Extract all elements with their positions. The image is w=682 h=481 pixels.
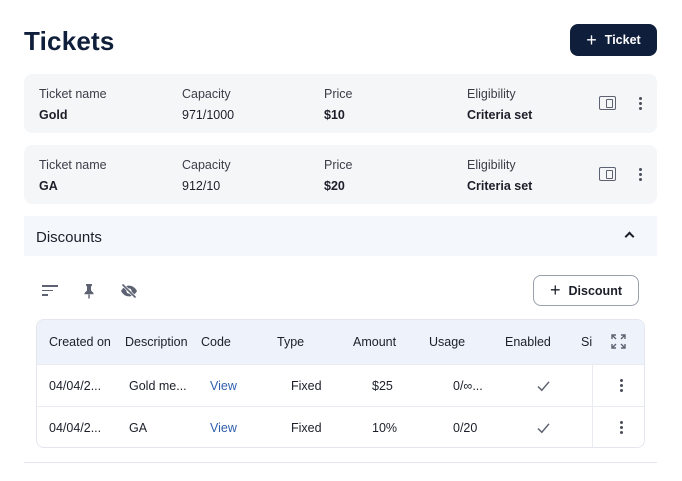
price-column: Price $10 (324, 87, 352, 122)
column-header-amount[interactable]: Amount (353, 335, 396, 349)
cell-amount: 10% (372, 421, 398, 435)
sort-icon[interactable] (42, 285, 58, 297)
capacity-value: 912/10 (182, 179, 221, 193)
table-row[interactable]: 04/04/2... GA View Fixed 10% 0/20 (37, 406, 644, 447)
ticket-name-value: GA (39, 179, 58, 193)
table-header: Created on Description Code Type Amount … (37, 320, 644, 364)
eye-off-icon[interactable] (120, 283, 138, 299)
capacity-label: Capacity (182, 158, 231, 172)
cell-type: Fixed (291, 379, 322, 393)
ticket-name-label: Ticket name (39, 87, 107, 101)
cell-created-on: 04/04/2... (49, 379, 102, 393)
ticket-name-column: Ticket name GA (39, 158, 107, 193)
ticket-card-ga[interactable]: Ticket name GA Capacity 912/10 Price $20… (24, 145, 657, 204)
eligibility-column: Eligibility Criteria set (467, 158, 532, 193)
column-header-description[interactable]: Description (125, 335, 188, 349)
page-title: Tickets (24, 26, 115, 56)
ticket-name-column: Ticket name Gold (39, 87, 107, 122)
check-icon (537, 381, 550, 392)
column-header-code[interactable]: Code (201, 335, 231, 349)
fullscreen-icon[interactable] (611, 334, 626, 349)
code-view-link[interactable]: View (210, 379, 237, 393)
eligibility-label: Eligibility (467, 158, 516, 172)
plus-icon: + (586, 29, 597, 50)
cell-description: Gold me... (129, 379, 187, 393)
cell-usage: 0/20 (453, 421, 478, 435)
add-ticket-label: Ticket (604, 33, 641, 47)
ticket-card-icon[interactable] (599, 167, 616, 181)
row-action-cell (592, 365, 644, 406)
expand-cell (592, 320, 644, 364)
column-header-truncated[interactable]: Si (581, 335, 592, 349)
ticket-card-gold[interactable]: Ticket name Gold Capacity 971/1000 Price… (24, 74, 657, 133)
price-label: Price (324, 87, 353, 101)
capacity-column: Capacity 912/10 (182, 158, 231, 193)
column-header-created-on[interactable]: Created on (49, 335, 111, 349)
cell-usage: 0/∞... (453, 379, 483, 393)
eligibility-value: Criteria set (467, 179, 533, 193)
discounts-section-header[interactable]: Discounts (24, 216, 657, 256)
discounts-title: Discounts (36, 229, 102, 246)
cell-type: Fixed (291, 421, 322, 435)
code-view-link[interactable]: View (210, 421, 237, 435)
cell-created-on: 04/04/2... (49, 421, 102, 435)
section-divider (24, 462, 657, 463)
chevron-up-icon[interactable] (624, 231, 635, 242)
add-discount-button[interactable]: + Discount (533, 275, 639, 306)
ticket-card-icon[interactable] (599, 96, 616, 110)
price-value: $20 (324, 179, 345, 193)
plus-icon: + (550, 280, 561, 300)
pin-icon[interactable] (83, 283, 95, 299)
price-label: Price (324, 158, 353, 172)
cell-description: GA (129, 421, 148, 435)
more-vertical-icon[interactable] (638, 168, 642, 181)
eligibility-label: Eligibility (467, 87, 516, 101)
check-icon (537, 423, 550, 434)
more-vertical-icon[interactable] (619, 421, 623, 434)
cell-amount: $25 (372, 379, 393, 393)
eligibility-column: Eligibility Criteria set (467, 87, 532, 122)
capacity-label: Capacity (182, 87, 231, 101)
add-discount-label: Discount (568, 283, 622, 298)
price-column: Price $20 (324, 158, 352, 193)
ticket-name-label: Ticket name (39, 158, 107, 172)
capacity-value: 971/1000 (182, 108, 235, 122)
price-value: $10 (324, 108, 345, 122)
ticket-name-value: Gold (39, 108, 68, 122)
table-row[interactable]: 04/04/2... Gold me... View Fixed $25 0/∞… (37, 364, 644, 406)
add-ticket-button[interactable]: + Ticket (570, 24, 657, 56)
column-header-type[interactable]: Type (277, 335, 304, 349)
discounts-table: Created on Description Code Type Amount … (36, 319, 645, 448)
eligibility-value: Criteria set (467, 108, 533, 122)
more-vertical-icon[interactable] (619, 379, 623, 392)
column-header-usage[interactable]: Usage (429, 335, 465, 349)
column-header-enabled[interactable]: Enabled (505, 335, 551, 349)
capacity-column: Capacity 971/1000 (182, 87, 234, 122)
row-action-cell (592, 407, 644, 447)
more-vertical-icon[interactable] (638, 97, 642, 110)
